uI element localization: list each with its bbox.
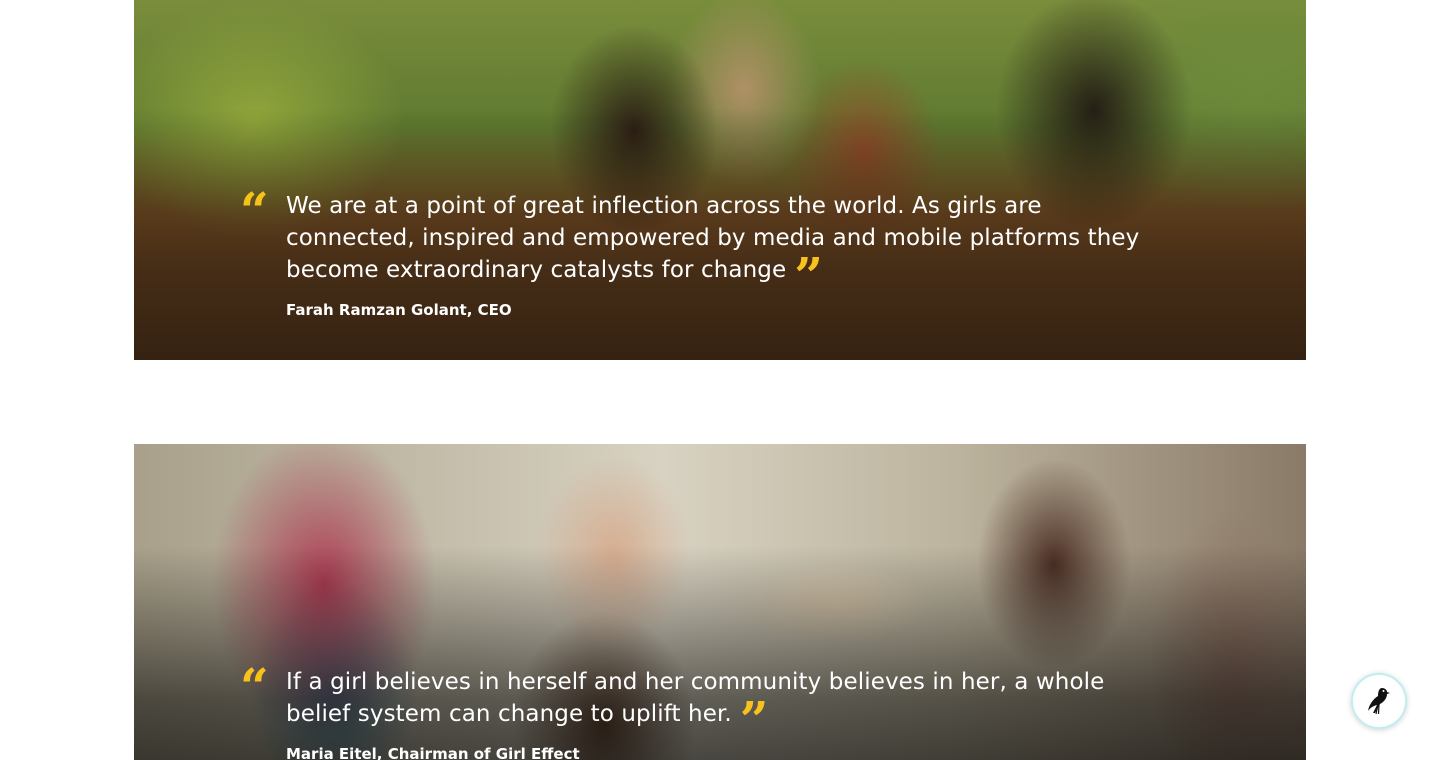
page: “ We are at a point of great inflection … (0, 0, 1440, 760)
close-quote-icon: ” (739, 690, 769, 749)
quote-card: “ If a girl believes in herself and her … (134, 444, 1306, 760)
open-quote-icon: “ (240, 657, 269, 716)
quote-text: We are at a point of great inflection ac… (286, 190, 1160, 305)
quote-attribution: Farah Ramzan Golant, CEO (286, 301, 512, 319)
quote-text: If a girl believes in herself and her co… (286, 666, 1160, 749)
quote-text-content: If a girl believes in herself and her co… (286, 669, 1105, 727)
floating-action-button[interactable] (1351, 673, 1407, 729)
bird-icon (1368, 688, 1390, 715)
open-quote-icon: “ (240, 181, 269, 240)
quote-body: “ We are at a point of great inflection … (240, 186, 1160, 320)
quote-attribution: Maria Eitel, Chairman of Girl Effect (286, 745, 580, 760)
quote-body: “ If a girl believes in herself and her … (240, 662, 1160, 760)
quote-card: “ We are at a point of great inflection … (134, 0, 1306, 360)
quote-text-content: We are at a point of great inflection ac… (286, 193, 1140, 283)
close-quote-icon: ” (794, 246, 824, 305)
